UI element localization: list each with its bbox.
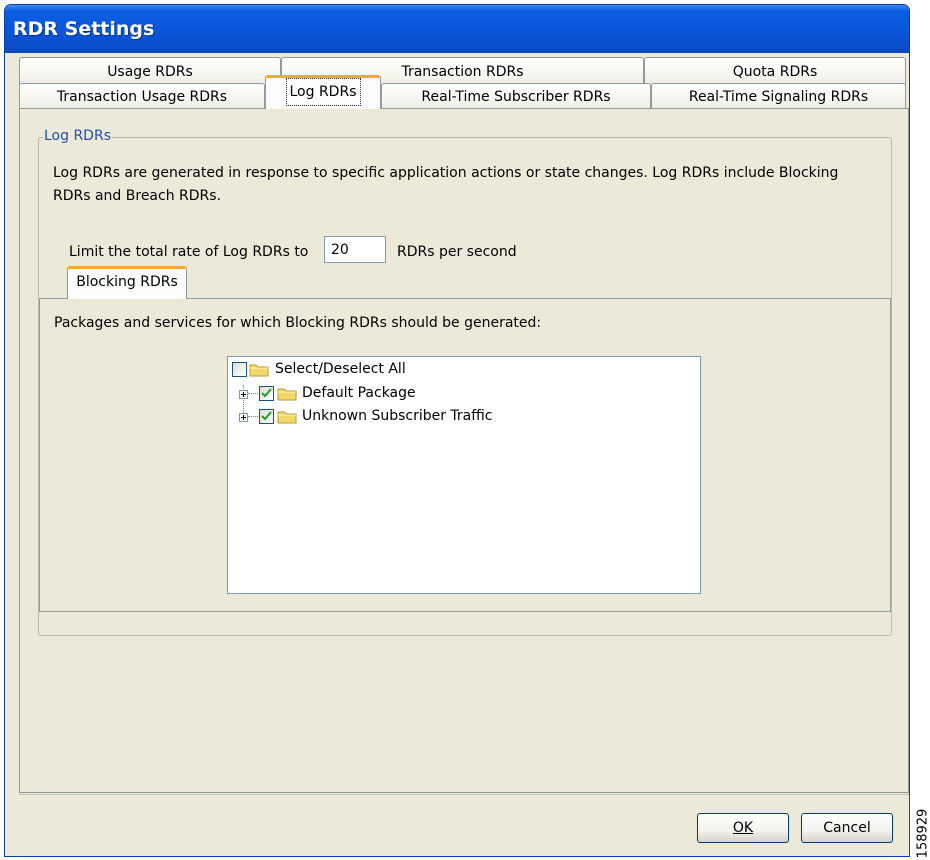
check-icon (261, 388, 272, 398)
tab-real-time-signaling-rdrs[interactable]: Real-Time Signaling RDRs (651, 83, 906, 109)
tab-label: Log RDRs (285, 78, 361, 106)
window-title: RDR Settings (13, 18, 155, 40)
log-rdrs-group: Log RDRs Log RDRs are generated in respo… (38, 128, 892, 636)
footer-separator (19, 794, 909, 795)
rate-limit-label: Limit the total rate of Log RDRs to (69, 244, 309, 260)
cancel-button-label: Cancel (823, 820, 871, 836)
tab-label: Quota RDRs (732, 64, 818, 80)
check-icon (261, 411, 272, 421)
folder-icon (277, 388, 297, 401)
rate-unit-label: RDRs per second (397, 244, 517, 260)
tab-usage-rdrs[interactable]: Usage RDRs (19, 57, 281, 85)
tree-item-label: Unknown Subscriber Traffic (302, 408, 493, 424)
unknown-subscriber-checkbox[interactable] (259, 409, 274, 424)
tab-quota-rdrs[interactable]: Quota RDRs (644, 57, 906, 85)
log-rdrs-description: Log RDRs are generated in response to sp… (53, 165, 839, 204)
default-package-checkbox[interactable] (259, 386, 274, 401)
blocking-rdrs-panel: Packages and services for which Blocking… (39, 298, 891, 612)
tab-label: Transaction Usage RDRs (56, 89, 228, 105)
cancel-button[interactable]: Cancel (801, 813, 893, 843)
folder-icon (249, 364, 269, 377)
blocking-instruction: Packages and services for which Blocking… (54, 315, 542, 331)
tab-label: Usage RDRs (107, 64, 193, 80)
tree-item-select-all[interactable]: Select/Deselect All (232, 361, 692, 381)
plus-expander-icon[interactable] (239, 390, 248, 399)
select-all-checkbox[interactable] (232, 362, 247, 377)
tab-real-time-subscriber-rdrs[interactable]: Real-Time Subscriber RDRs (381, 83, 651, 109)
folder-icon (277, 411, 297, 424)
tab-log-rdrs[interactable]: Log RDRs (265, 75, 381, 109)
tab-label: Blocking RDRs (76, 274, 178, 290)
tab-blocking-rdrs[interactable]: Blocking RDRs (67, 266, 187, 299)
tree-item-label: Select/Deselect All (275, 361, 406, 377)
ok-button[interactable]: OK (697, 813, 789, 843)
ok-button-label: OK (732, 820, 754, 836)
tree-item-label: Default Package (302, 385, 416, 401)
log-rdrs-panel: Log RDRs Log RDRs are generated in respo… (19, 108, 909, 793)
tab-label: Real-Time Subscriber RDRs (421, 89, 611, 105)
figure-id: 158929 (914, 808, 930, 859)
group-title: Log RDRs (43, 128, 112, 144)
tab-transaction-usage-rdrs[interactable]: Transaction Usage RDRs (19, 83, 265, 109)
title-bar[interactable]: RDR Settings (5, 5, 909, 53)
plus-expander-icon[interactable] (239, 413, 248, 422)
rdr-settings-dialog: RDR Settings Usage RDRs Transaction RDRs… (4, 4, 910, 857)
tree-item-unknown-subscriber-traffic[interactable]: Unknown Subscriber Traffic (232, 408, 692, 428)
figure-id-text: 158929 (915, 808, 930, 859)
tree-item-default-package[interactable]: Default Package (232, 385, 692, 405)
rate-limit-input[interactable] (324, 236, 386, 263)
tab-label: Real-Time Signaling RDRs (688, 89, 869, 105)
tab-label: Transaction RDRs (401, 64, 524, 80)
packages-tree[interactable]: Select/Deselect All Default Package Unkn… (227, 356, 701, 594)
